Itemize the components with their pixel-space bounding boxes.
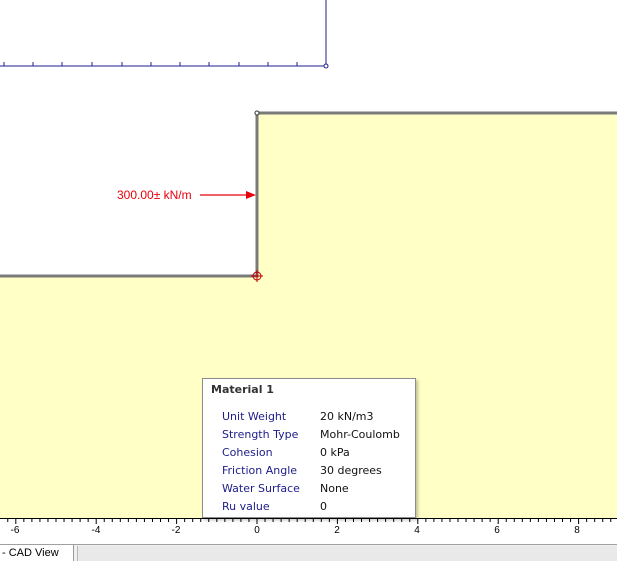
ruler-tick-label: 2 <box>334 525 340 536</box>
ruler-tick-label: -4 <box>91 525 101 536</box>
property-name: Water Surface <box>222 482 300 495</box>
tooltip-row: Water Surface None <box>203 482 417 500</box>
property-name: Cohesion <box>222 446 273 459</box>
tooltip-row: Friction Angle 30 degrees <box>203 464 417 482</box>
tooltip-title: Material 1 <box>211 383 274 396</box>
property-value: 0 <box>320 500 327 513</box>
property-name: Strength Type <box>222 428 299 441</box>
property-value: 20 kN/m3 <box>320 410 374 423</box>
tooltip-row: Ru value 0 <box>203 500 417 518</box>
arrow-right-icon[interactable] <box>200 191 256 199</box>
tab-bar-empty-area <box>77 546 617 561</box>
tooltip-row: Strength Type Mohr-Coulomb <box>203 428 417 446</box>
property-name: Ru value <box>222 500 270 513</box>
boundary-vertex[interactable] <box>254 110 260 116</box>
property-value: 0 kPa <box>320 446 350 459</box>
dimension-line <box>0 0 327 67</box>
property-value: Mohr-Coulomb <box>320 428 400 441</box>
ruler-tick-label: 8 <box>574 525 580 536</box>
property-name: Unit Weight <box>222 410 287 423</box>
distributed-load-label[interactable]: 300.00± kN/m <box>117 188 192 202</box>
tooltip-row: Unit Weight 20 kN/m3 <box>203 410 417 428</box>
dimension-vertex[interactable] <box>323 63 329 69</box>
ruler-tick-label: -2 <box>171 525 181 536</box>
ruler-tick-label: -6 <box>10 525 20 536</box>
tab-cad-view[interactable]: - CAD View <box>0 545 74 561</box>
material-tooltip: Material 1 Unit Weight 20 kN/m3 Strength… <box>202 378 416 518</box>
ruler-tick-label: 4 <box>414 525 420 536</box>
tooltip-row: Cohesion 0 kPa <box>203 446 417 464</box>
property-name: Friction Angle <box>222 464 298 477</box>
property-value: 30 degrees <box>320 464 382 477</box>
ruler-tick-label: 6 <box>494 525 500 536</box>
property-value: None <box>320 482 349 495</box>
horizontal-ruler: -6 -4 -2 0 2 4 6 8 <box>0 518 617 544</box>
view-tab-bar: - CAD View <box>0 544 617 561</box>
ruler-tick-label: 0 <box>254 525 260 536</box>
